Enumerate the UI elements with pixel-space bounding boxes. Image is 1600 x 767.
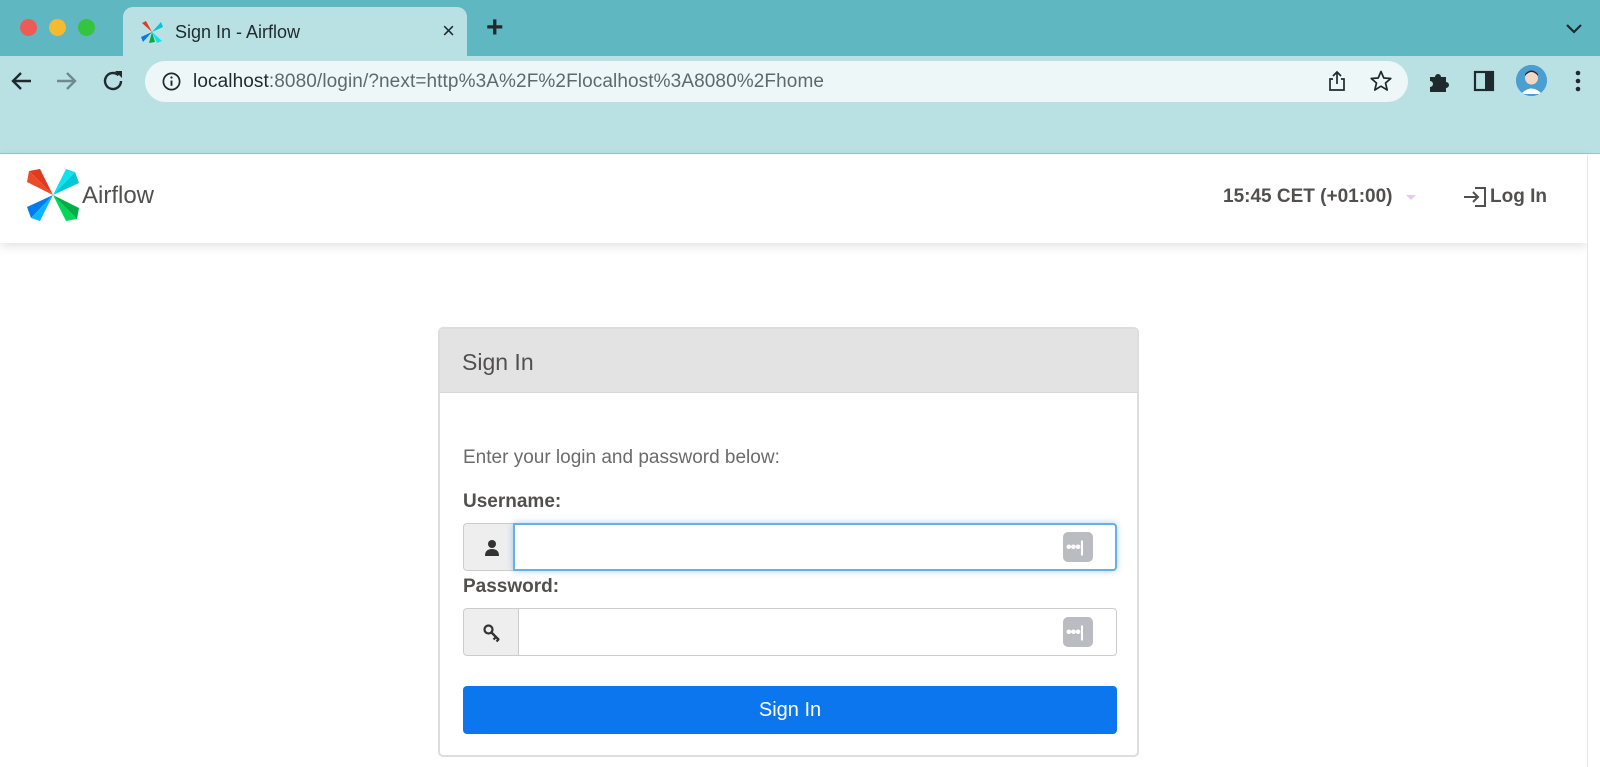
airflow-logo-icon[interactable]	[26, 168, 80, 222]
url-host: localhost	[193, 71, 269, 92]
sign-in-panel: Sign In Enter your login and password be…	[438, 327, 1139, 757]
password-input-group: •••|	[463, 608, 1117, 656]
login-instructions: Enter your login and password below:	[463, 447, 780, 468]
side-panel-icon[interactable]	[1472, 69, 1496, 93]
page-scrollbar[interactable]	[1587, 155, 1600, 767]
url-text[interactable]: localhost:8080/login/?next=http%3A%2F%2F…	[193, 71, 824, 93]
password-manager-glyph: •••|	[1066, 539, 1084, 556]
reload-icon[interactable]	[98, 66, 128, 96]
airflow-navbar: Airflow 15:45 CET (+01:00) Log In	[0, 155, 1587, 243]
tab-title: Sign In - Airflow	[175, 22, 301, 42]
profile-avatar-image	[1516, 65, 1547, 96]
more-vert-icon[interactable]	[1568, 68, 1588, 94]
tab-close-button[interactable]: ×	[442, 18, 455, 44]
tab-strip: Sign In - Airflow × +	[0, 0, 1600, 56]
username-label: Username:	[463, 491, 562, 512]
airflow-favicon-icon	[141, 21, 163, 43]
panel-title: Sign In	[462, 349, 534, 375]
password-input[interactable]	[518, 608, 1117, 656]
password-manager-glyph: •••|	[1066, 624, 1084, 641]
chevron-down-icon[interactable]	[1562, 16, 1586, 40]
share-icon[interactable]	[1326, 70, 1348, 92]
forward-arrow-icon[interactable]	[52, 66, 82, 96]
username-input[interactable]	[513, 523, 1117, 571]
url-path: :8080/login/?next=http%3A%2F%2Flocalhost…	[268, 71, 825, 92]
profile-avatar[interactable]	[1516, 65, 1547, 96]
password-manager-icon[interactable]: •••|	[1063, 617, 1093, 647]
back-arrow-icon[interactable]	[6, 66, 36, 96]
maximize-window-button[interactable]	[78, 19, 95, 36]
brand-name[interactable]: Airflow	[82, 182, 154, 210]
browser-chrome: Sign In - Airflow × + localhost:8080/log…	[0, 0, 1600, 154]
username-addon	[463, 523, 519, 571]
password-manager-icon[interactable]: •••|	[1063, 532, 1093, 562]
bookmark-star-icon[interactable]	[1369, 69, 1393, 93]
login-label: Log In	[1490, 186, 1547, 207]
info-icon[interactable]	[161, 71, 182, 92]
address-bar[interactable]: localhost:8080/login/?next=http%3A%2F%2F…	[145, 61, 1408, 102]
user-icon	[485, 540, 499, 556]
close-window-button[interactable]	[20, 19, 37, 36]
sign-in-icon	[1464, 187, 1486, 207]
caret-down-icon[interactable]	[1406, 195, 1416, 200]
extensions-puzzle-icon[interactable]	[1426, 68, 1452, 94]
panel-heading: Sign In	[440, 329, 1137, 393]
minimize-window-button[interactable]	[49, 19, 66, 36]
tab-sign-in[interactable]: Sign In - Airflow ×	[123, 7, 467, 56]
key-icon	[483, 624, 500, 643]
password-label: Password:	[463, 576, 560, 597]
timezone-clock[interactable]: 15:45 CET (+01:00)	[1223, 186, 1393, 208]
username-input-group: •••|	[463, 523, 1117, 571]
browser-toolbar: localhost:8080/login/?next=http%3A%2F%2F…	[0, 56, 1600, 108]
password-addon	[463, 608, 519, 656]
sign-in-button[interactable]: Sign In	[463, 686, 1117, 734]
new-tab-button[interactable]: +	[486, 13, 504, 43]
